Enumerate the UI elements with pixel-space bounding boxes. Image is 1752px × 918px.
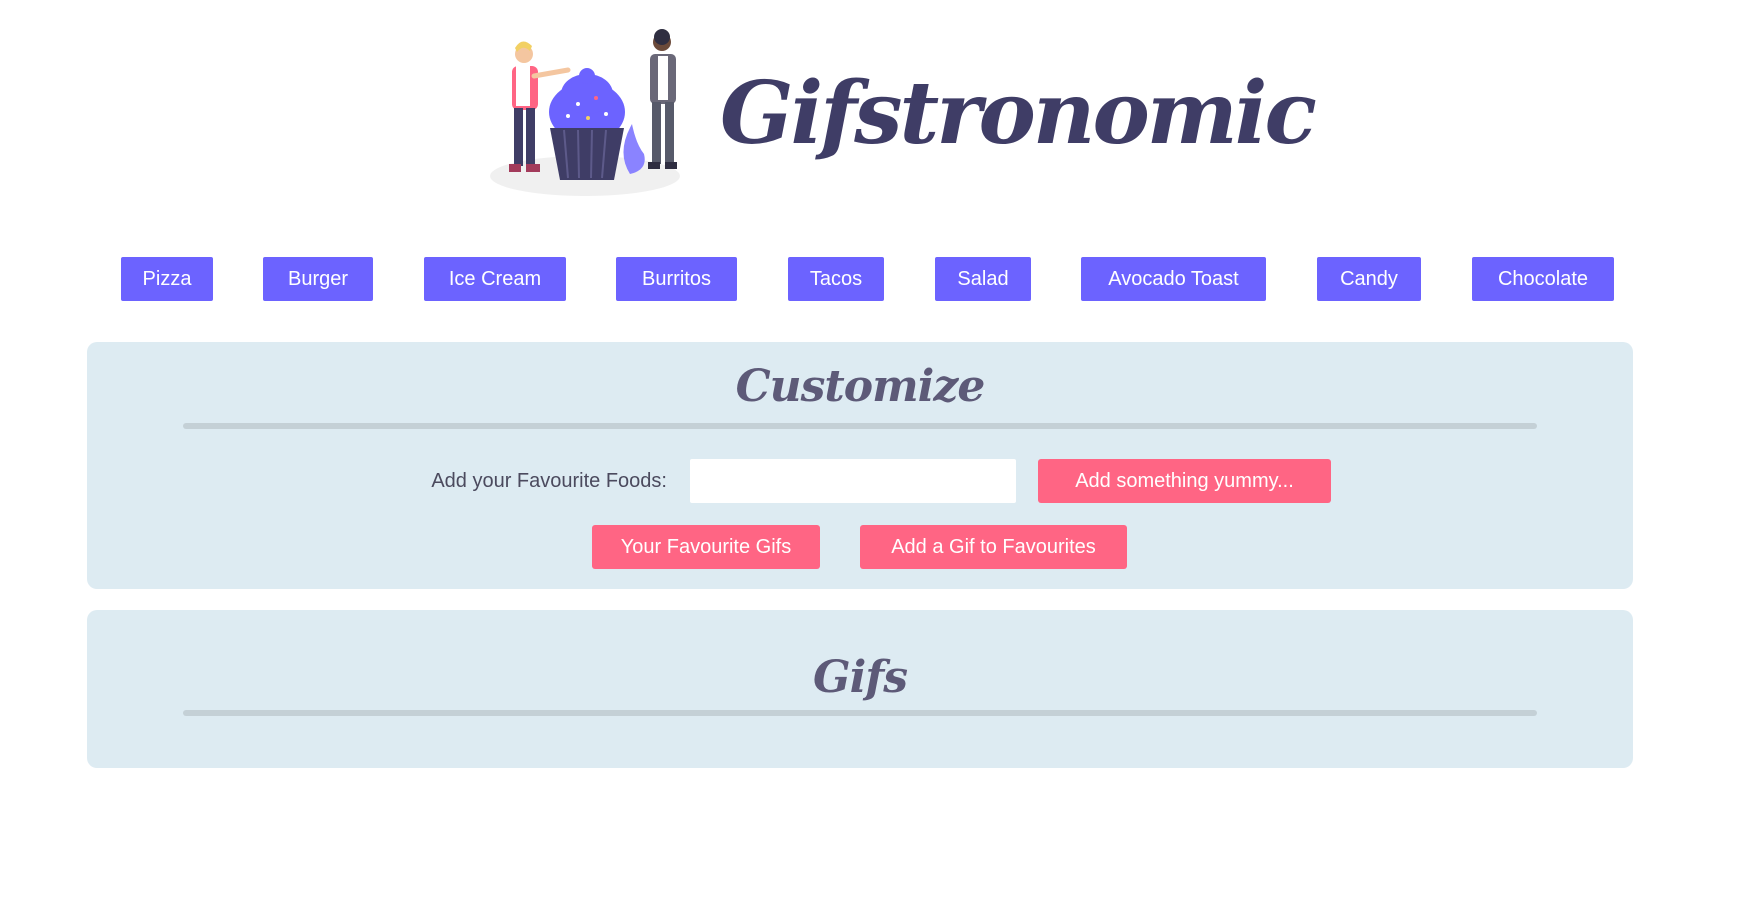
food-button-burger[interactable]: Burger bbox=[263, 257, 373, 301]
food-button-salad[interactable]: Salad bbox=[935, 257, 1031, 301]
food-button-ice-cream[interactable]: Ice Cream bbox=[424, 257, 566, 301]
gifs-panel: Gifs bbox=[87, 610, 1633, 768]
favourite-foods-label: Add your Favourite Foods: bbox=[431, 470, 667, 492]
gifs-title: Gifs bbox=[813, 652, 908, 703]
page: Gifstronomic Pizza Burger Ice Cream Burr… bbox=[0, 0, 1752, 918]
food-button-avocado-toast[interactable]: Avocado Toast bbox=[1081, 257, 1266, 301]
site-header: Gifstronomic bbox=[490, 24, 1317, 204]
food-button-chocolate[interactable]: Chocolate bbox=[1472, 257, 1614, 301]
add-gif-to-favourites-button[interactable]: Add a Gif to Favourites bbox=[860, 525, 1127, 569]
customize-divider bbox=[183, 423, 1537, 429]
customize-panel: Customize Add your Favourite Foods: Add … bbox=[87, 342, 1633, 589]
add-food-button[interactable]: Add something yummy... bbox=[1038, 459, 1331, 503]
cupcake-logo-icon bbox=[490, 29, 680, 196]
favourite-food-input[interactable] bbox=[690, 459, 1016, 503]
customize-title: Customize bbox=[735, 361, 986, 412]
food-button-tacos[interactable]: Tacos bbox=[788, 257, 884, 301]
gifs-divider bbox=[183, 710, 1537, 716]
favourite-gifs-button[interactable]: Your Favourite Gifs bbox=[592, 525, 820, 569]
site-title: Gifstronomic bbox=[720, 63, 1317, 164]
food-button-burritos[interactable]: Burritos bbox=[616, 257, 737, 301]
food-button-candy[interactable]: Candy bbox=[1317, 257, 1421, 301]
food-button-pizza[interactable]: Pizza bbox=[121, 257, 213, 301]
food-category-buttons: Pizza Burger Ice Cream Burritos Tacos Sa… bbox=[0, 257, 1752, 301]
